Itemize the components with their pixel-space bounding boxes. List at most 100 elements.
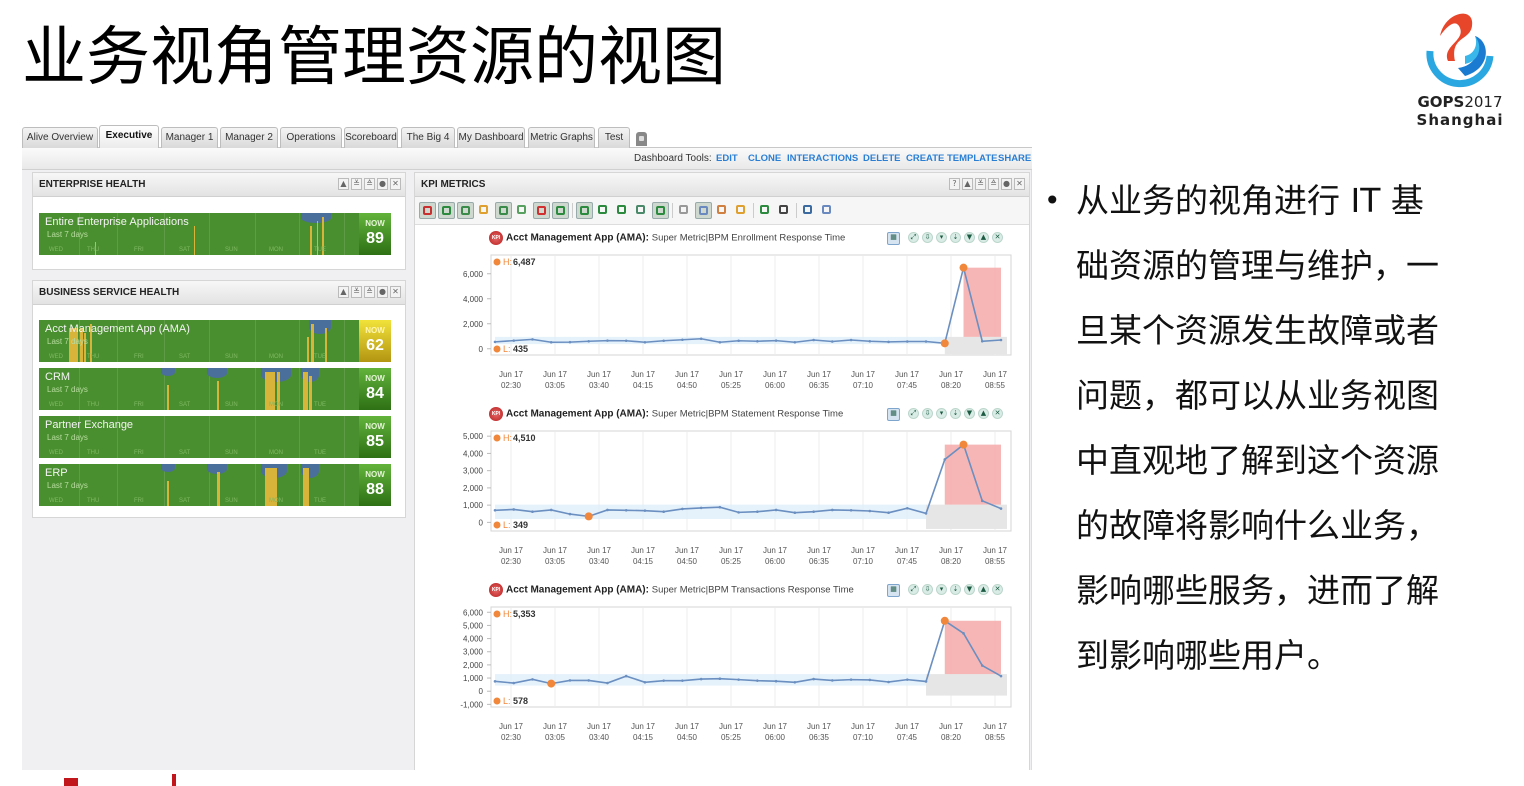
move-up-icon[interactable]: ≙: [364, 178, 375, 190]
zoom-select-icon[interactable]: [695, 202, 712, 219]
refresh-icon[interactable]: [757, 202, 774, 219]
high-marker[interactable]: [959, 263, 968, 272]
move-down-icon[interactable]: ▼: [964, 584, 975, 595]
tab-manager-2[interactable]: Manager 2: [220, 127, 278, 148]
tab-the-big-4[interactable]: The Big 4: [401, 127, 455, 148]
day-label: THU: [87, 450, 100, 456]
settings-icon[interactable]: ●: [377, 178, 388, 190]
remove-icon[interactable]: ✕: [992, 584, 1003, 595]
day-label: WED: [49, 402, 63, 408]
export-icon[interactable]: ⇣: [950, 232, 961, 243]
zoom-in-icon[interactable]: [676, 202, 693, 219]
health-row[interactable]: Partner Exchange Last 7 days WED THU FRI SAT S…: [39, 416, 391, 458]
collapse-icon[interactable]: ▲: [962, 178, 973, 190]
export-icon[interactable]: ⇣: [950, 584, 961, 595]
low-marker[interactable]: [547, 679, 556, 688]
y-zoom-icon[interactable]: [595, 202, 612, 219]
download-icon[interactable]: ⇩: [922, 584, 933, 595]
tool-link-share[interactable]: SHARE: [998, 153, 1031, 164]
save-icon[interactable]: ▾: [936, 232, 947, 243]
collapse-icon[interactable]: ▲: [338, 178, 349, 190]
chart-view-icon[interactable]: ▦: [887, 232, 900, 245]
tab-scoreboard[interactable]: Scoreboard: [344, 127, 398, 148]
move-up-icon[interactable]: ▲: [978, 584, 989, 595]
health-row[interactable]: CRM Last 7 days WED THU FRI SAT SUN MON TUE NOW 84: [39, 368, 391, 410]
tool-link-delete[interactable]: DELETE: [863, 153, 900, 164]
tool-link-clone[interactable]: CLONE: [748, 153, 781, 164]
move-down-icon[interactable]: ▼: [964, 408, 975, 419]
tab-manager-1[interactable]: Manager 1: [161, 127, 218, 148]
health-row[interactable]: Acct Management App (AMA) Last 7 days WED T…: [39, 320, 391, 362]
move-up-icon[interactable]: ▲: [978, 232, 989, 243]
tool-link-create-template[interactable]: CREATE TEMPLATE: [906, 153, 997, 164]
tool-link-edit[interactable]: EDIT: [716, 153, 738, 164]
download-icon[interactable]: ⇩: [922, 408, 933, 419]
low-marker[interactable]: [940, 339, 949, 348]
threshold-icon[interactable]: [652, 202, 669, 219]
move-up-icon[interactable]: ≙: [988, 178, 999, 190]
data-point: [643, 340, 647, 344]
link-icon[interactable]: ⤢: [908, 232, 919, 243]
tab-metric-graphs[interactable]: Metric Graphs: [528, 127, 595, 148]
move-down-icon[interactable]: ≚: [975, 178, 986, 190]
line-icon[interactable]: [457, 202, 474, 219]
tab-alive-overview[interactable]: Alive Overview: [22, 127, 98, 148]
chart-view-icon[interactable]: ▦: [887, 408, 900, 421]
low-marker[interactable]: [584, 512, 593, 521]
collapse-icon[interactable]: ▲: [338, 286, 349, 298]
y-axis-icon[interactable]: [438, 202, 455, 219]
tab-executive[interactable]: Executive: [99, 125, 159, 149]
high-marker[interactable]: [959, 440, 968, 449]
high-marker[interactable]: [940, 616, 949, 625]
calendar-icon[interactable]: [776, 202, 793, 219]
tool-link-interactions[interactable]: INTERACTIONS: [787, 153, 858, 164]
download-icon[interactable]: ⇩: [922, 232, 933, 243]
move-up-icon[interactable]: ≙: [364, 286, 375, 298]
close-icon[interactable]: ✕: [390, 178, 401, 190]
help-icon[interactable]: ?: [949, 178, 960, 190]
move-down-icon[interactable]: ▼: [964, 232, 975, 243]
x-tick-label: Jun 17: [895, 546, 920, 555]
chart-title: Super Metric|BPM Statement Response Time: [651, 408, 844, 420]
trend-icon[interactable]: [514, 202, 531, 219]
add-tab-button[interactable]: [636, 132, 647, 146]
settings-icon[interactable]: ●: [377, 286, 388, 298]
pan-hand-icon[interactable]: [714, 202, 731, 219]
remove-icon[interactable]: ✕: [992, 408, 1003, 419]
export-icon[interactable]: [819, 202, 836, 219]
link-icon[interactable]: ⤢: [908, 408, 919, 419]
pulse-icon[interactable]: [419, 202, 436, 219]
stack-icon[interactable]: [633, 202, 650, 219]
remove-icon[interactable]: ✕: [992, 232, 1003, 243]
close-icon[interactable]: ✕: [1014, 178, 1025, 190]
chart-view-icon[interactable]: ▦: [887, 584, 900, 597]
move-up-icon[interactable]: ▲: [978, 408, 989, 419]
link-icon[interactable]: ⤢: [908, 584, 919, 595]
x-zoom-icon[interactable]: [576, 202, 593, 219]
data-point: [662, 339, 665, 343]
settings-icon[interactable]: ●: [1001, 178, 1012, 190]
export-icon[interactable]: ⇣: [950, 408, 961, 419]
tab-operations[interactable]: Operations: [280, 127, 342, 148]
tab-my-dashboard[interactable]: My Dashboard: [457, 127, 525, 148]
close-icon[interactable]: ✕: [390, 286, 401, 298]
curve-icon[interactable]: [476, 202, 493, 219]
note-icon[interactable]: [733, 202, 750, 219]
chart-actions: ▦ ⤢ ⇩ ▾ ⇣ ▼ ▲ ✕: [887, 584, 1003, 597]
tab-test[interactable]: Test: [598, 127, 630, 148]
compare-icon[interactable]: [533, 202, 550, 219]
x-tick-label: Jun 17: [763, 370, 788, 379]
x-tick-label: Jun 17: [807, 370, 832, 379]
save-icon[interactable]: ▾: [936, 584, 947, 595]
area-icon[interactable]: [495, 202, 512, 219]
health-row[interactable]: Entire Enterprise Applications Last 7 day…: [39, 213, 391, 255]
low-legend-label: L:: [503, 696, 511, 706]
health-row[interactable]: ERP Last 7 days WED THU FRI SAT SUN MON TUE NOW 88: [39, 464, 391, 506]
save-icon[interactable]: ▾: [936, 408, 947, 419]
move-down-icon[interactable]: ≚: [351, 178, 362, 190]
calendar-range-icon[interactable]: [800, 202, 817, 219]
data-point: [493, 680, 497, 683]
zoom-chart-icon[interactable]: [552, 202, 569, 219]
move-down-icon[interactable]: ≚: [351, 286, 362, 298]
fit-icon[interactable]: [614, 202, 631, 219]
